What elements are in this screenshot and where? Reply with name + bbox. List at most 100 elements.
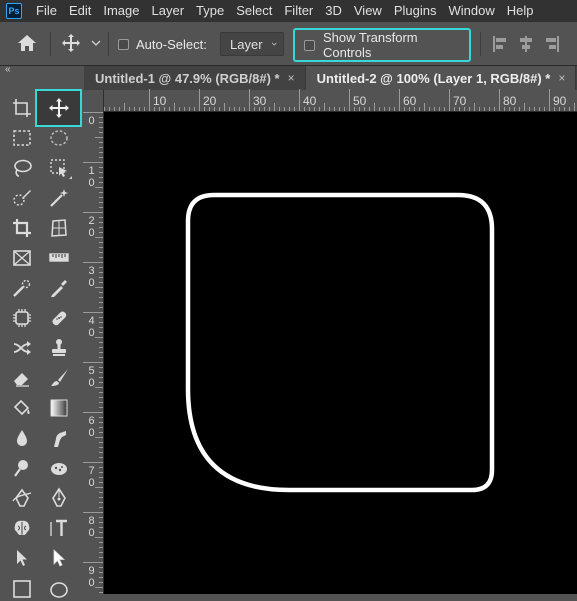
align-right-button[interactable] [544, 35, 560, 53]
object-tool[interactable] [8, 305, 36, 331]
perspective-crop-icon [51, 219, 67, 237]
menu-window[interactable]: Window [442, 0, 500, 22]
frame-tool[interactable] [8, 245, 36, 271]
rectangle-tool[interactable] [8, 575, 36, 601]
close-icon[interactable]: × [558, 71, 565, 85]
quick-selection-tool[interactable] [8, 185, 36, 211]
ruler-tick [314, 107, 315, 111]
ruler-tick [254, 107, 255, 111]
toolbar-collapse-button[interactable]: « [0, 65, 84, 86]
menu-bar: Ps File Edit Image Layer Type Select Fil… [0, 0, 577, 22]
path-selection-tool[interactable] [8, 545, 36, 571]
brush-tool[interactable] [45, 365, 73, 391]
menu-type[interactable]: Type [190, 0, 230, 22]
menu-edit[interactable]: Edit [63, 0, 97, 22]
ruler-tick [269, 107, 270, 111]
artboard-tool[interactable] [8, 95, 36, 121]
content-aware-move-tool[interactable] [8, 335, 36, 361]
ruler-tick [294, 107, 295, 111]
auto-select-option[interactable]: Auto-Select: [118, 37, 207, 52]
curvature-pen-tool[interactable] [8, 485, 36, 511]
ruler-label: 70 [453, 94, 467, 108]
auto-select-checkbox[interactable] [118, 39, 129, 50]
neural-filters-tool[interactable] [8, 515, 36, 541]
rounded-shape-outline[interactable] [185, 192, 495, 493]
ruler-tick [99, 197, 103, 198]
paint-bucket-tool[interactable] [8, 395, 36, 421]
show-transform-controls-option[interactable]: Show Transform Controls [293, 28, 471, 62]
align-horizontal-centers-button[interactable] [518, 35, 534, 53]
lasso-tool[interactable] [8, 155, 36, 181]
ruler-tick [279, 107, 280, 111]
ruler-tick [389, 107, 390, 111]
ruler-tick [99, 192, 103, 193]
ruler-tick [379, 107, 380, 111]
layer-dropdown[interactable]: Layer [220, 32, 284, 56]
tab-untitled-1[interactable]: Untitled-1 @ 47.9% (RGB/8#) * × [84, 66, 306, 90]
menu-3d[interactable]: 3D [319, 0, 348, 22]
photoshop-logo[interactable]: Ps [6, 3, 22, 19]
ruler-tick [99, 317, 103, 318]
dodge-tool[interactable] [8, 455, 36, 481]
magic-wand-tool[interactable] [45, 185, 73, 211]
align-left-button[interactable] [492, 35, 508, 53]
ruler-tick [99, 442, 103, 443]
gradient-tool[interactable] [45, 395, 73, 421]
menu-plugins[interactable]: Plugins [388, 0, 443, 22]
move-tool-preset-button[interactable] [61, 33, 103, 53]
ruler-tick [99, 257, 103, 258]
ruler-tick [99, 452, 103, 453]
ruler-tick [274, 103, 275, 111]
menu-layer[interactable]: Layer [146, 0, 191, 22]
perspective-crop-tool[interactable] [45, 215, 73, 241]
direct-selection-tool[interactable] [45, 545, 73, 571]
ruler-tick [99, 557, 103, 558]
quick-selection-icon [13, 190, 31, 206]
rectangular-marquee-tool[interactable] [8, 125, 36, 151]
ruler-tick [99, 352, 103, 353]
show-transform-controls-checkbox[interactable] [304, 39, 315, 51]
menu-select[interactable]: Select [230, 0, 278, 22]
sponge-tool[interactable] [45, 455, 73, 481]
ruler-tick [99, 222, 103, 223]
elliptical-marquee-tool[interactable] [45, 125, 73, 151]
type-tool[interactable] [45, 515, 73, 541]
close-icon[interactable]: × [288, 71, 295, 85]
menu-filter[interactable]: Filter [278, 0, 319, 22]
direct-selection-arrow-icon [53, 549, 66, 567]
smudge-tool[interactable] [45, 425, 73, 451]
spot-healing-brush-tool[interactable] [8, 275, 36, 301]
vertical-ruler[interactable]: 0 1 0 2 0 3 0 4 0 5 0 6 0 7 0 8 0 9 0 [83, 112, 104, 594]
menu-view[interactable]: View [348, 0, 388, 22]
healing-brush-tool[interactable] [45, 305, 73, 331]
menu-file[interactable]: File [30, 0, 63, 22]
pen-tool[interactable] [45, 485, 73, 511]
clone-stamp-tool[interactable] [45, 335, 73, 361]
ruler-tick [99, 292, 103, 293]
lasso-icon [14, 159, 32, 177]
eyedropper-tool[interactable] [45, 275, 73, 301]
tab-untitled-2[interactable]: Untitled-2 @ 100% (Layer 1, RGB/8#) * × [305, 66, 577, 90]
menu-image[interactable]: Image [97, 0, 145, 22]
eraser-tool[interactable] [8, 365, 36, 391]
ruler-tick [99, 247, 103, 248]
chevron-down-icon [91, 40, 101, 46]
menu-help[interactable]: Help [501, 0, 540, 22]
home-button[interactable] [16, 33, 38, 53]
ellipse-tool[interactable] [45, 575, 73, 601]
move-tool[interactable] [45, 95, 73, 121]
separator [50, 32, 51, 56]
horizontal-ruler[interactable]: 10 20 30 40 50 60 70 80 90 [104, 89, 577, 112]
ruler-tool[interactable] [45, 245, 73, 271]
smudge-finger-icon [54, 431, 66, 447]
document-canvas[interactable] [104, 112, 577, 594]
sponge-icon [51, 463, 67, 475]
crop-tool[interactable] [8, 215, 36, 241]
paint-bucket-icon [13, 399, 30, 416]
object-selection-tool[interactable] [45, 155, 73, 181]
ruler-tick [259, 107, 260, 111]
ruler-corner[interactable] [84, 90, 104, 112]
ruler-tick [99, 167, 103, 168]
ruler-tick [524, 103, 525, 111]
blur-tool[interactable] [8, 425, 36, 451]
